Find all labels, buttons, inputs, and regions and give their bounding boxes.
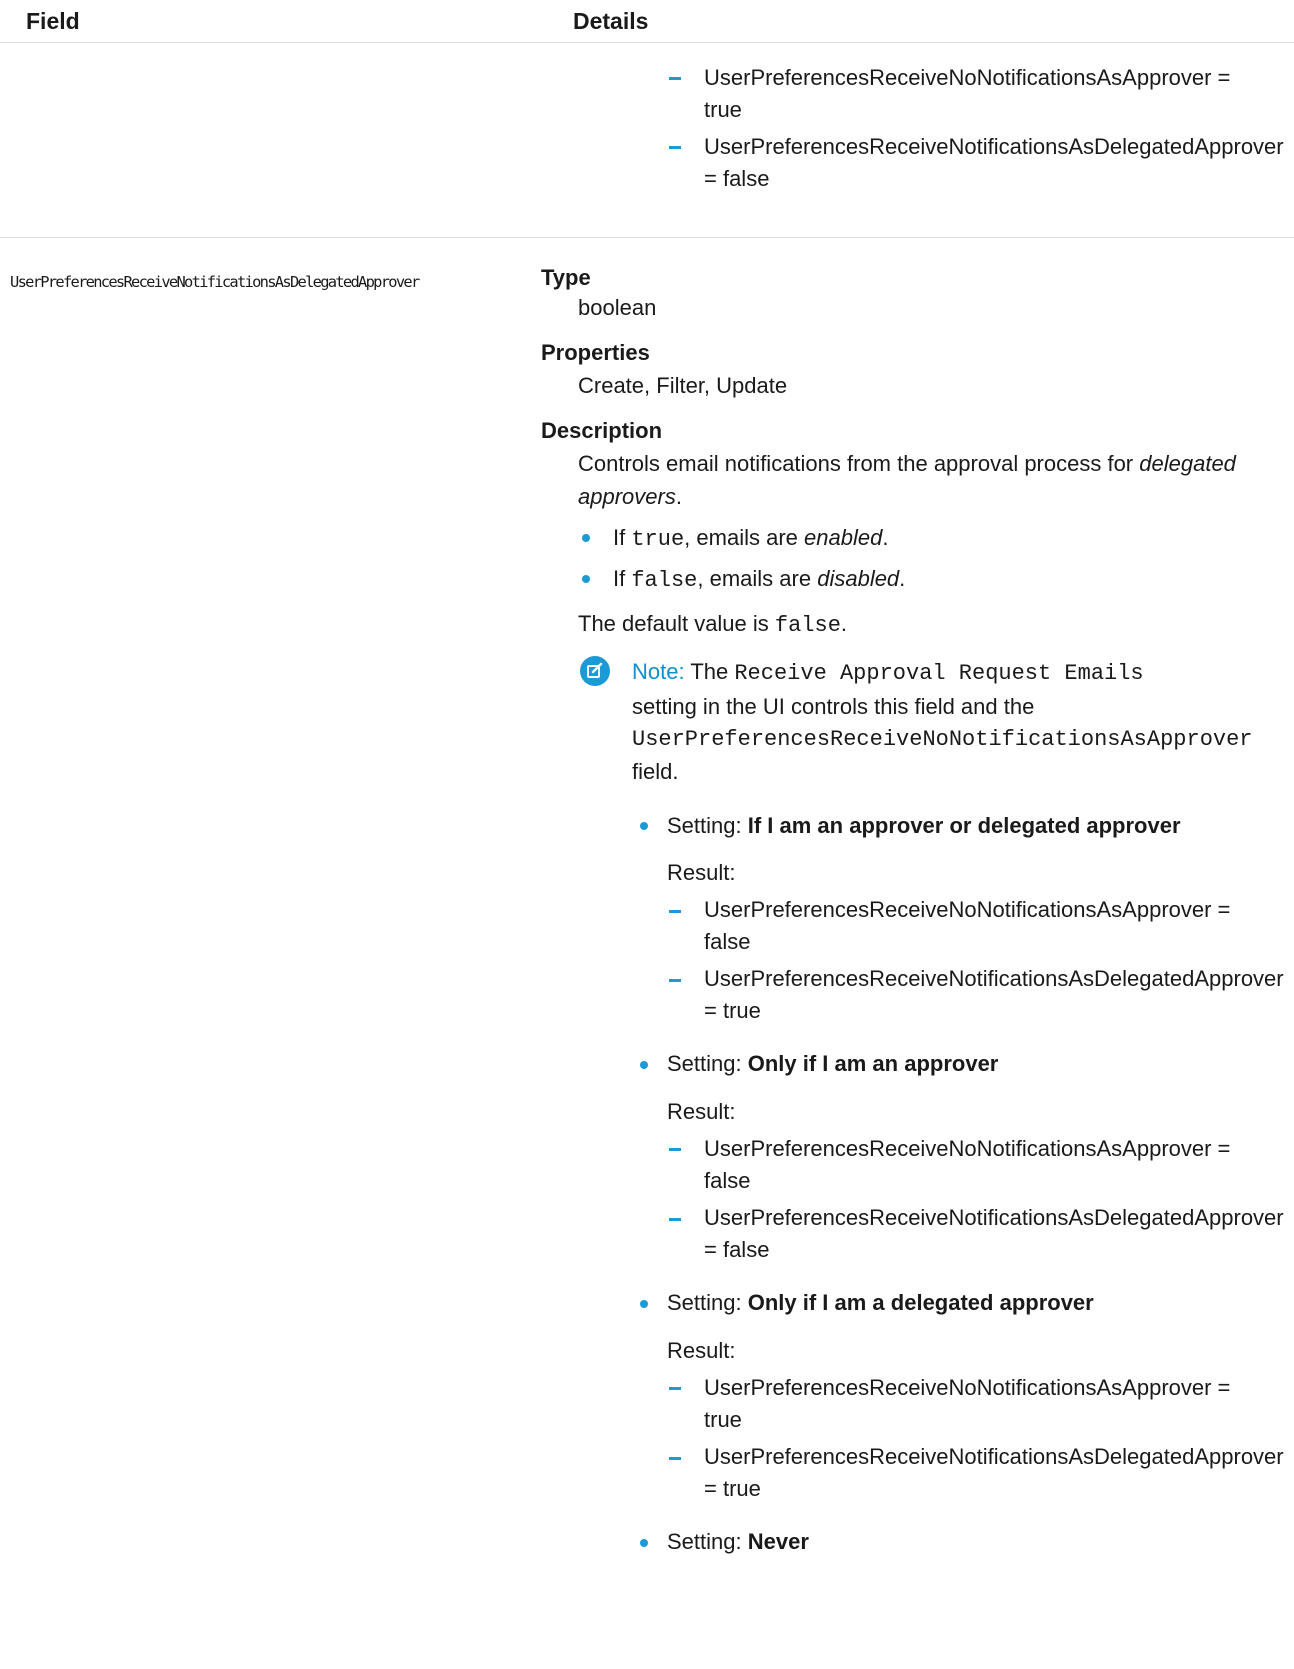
result-label: Result: xyxy=(667,860,736,885)
dash-bullet xyxy=(669,910,681,913)
note-line: field. xyxy=(632,759,679,784)
description-line: approvers. xyxy=(578,484,682,509)
dash-bullet xyxy=(669,77,681,80)
dash-bullet xyxy=(669,1148,681,1151)
bullet-dot xyxy=(640,822,648,830)
dash-bullet xyxy=(669,1457,681,1460)
default-value: The default value is false. xyxy=(578,611,848,638)
dash-bullet xyxy=(669,146,681,149)
field-name: UserPreferencesReceiveNotificationsAsDel… xyxy=(10,273,420,291)
result-line: true xyxy=(704,1407,742,1432)
result-line: UserPreferencesReceiveNoNotificationsAsA… xyxy=(704,897,1231,922)
result-line: = false xyxy=(704,166,770,191)
properties-value: Create, Filter, Update xyxy=(578,373,788,398)
setting-item: Setting: Only if I am a delegated approv… xyxy=(667,1290,1094,1315)
note-line: setting in the UI controls this field an… xyxy=(632,694,1035,719)
note-line: Note: The Receive Approval Request Email… xyxy=(632,659,1144,686)
result-line: = false xyxy=(704,1237,770,1262)
bullet-dot xyxy=(640,1061,648,1069)
bullet-false: If false, emails are disabled. xyxy=(613,566,906,593)
bullet-dot xyxy=(640,1300,648,1308)
bullet-dot xyxy=(582,575,590,583)
setting-item: Setting: Never xyxy=(667,1529,809,1554)
setting-item: Setting: Only if I am an approver xyxy=(667,1051,999,1076)
column-header-field: Field xyxy=(26,8,80,34)
result-line: UserPreferencesReceiveNotificationsAsDel… xyxy=(704,966,1284,991)
result-line: false xyxy=(704,1168,751,1193)
properties-label: Properties xyxy=(541,340,650,365)
result-line: true xyxy=(704,97,742,122)
result-line: UserPreferencesReceiveNotificationsAsDel… xyxy=(704,1205,1284,1230)
bullet-dot xyxy=(582,534,590,542)
result-label: Result: xyxy=(667,1099,736,1124)
result-line: UserPreferencesReceiveNoNotificationsAsA… xyxy=(704,1136,1231,1161)
note-field-code: UserPreferencesReceiveNoNotificationsAsA… xyxy=(632,727,1253,752)
type-value: boolean xyxy=(578,295,657,320)
result-line: UserPreferencesReceiveNotificationsAsDel… xyxy=(704,1444,1284,1469)
dash-bullet xyxy=(669,1387,681,1390)
result-line: false xyxy=(704,929,751,954)
description-line: Controls email notifications from the ap… xyxy=(578,451,1236,476)
bullet-dot xyxy=(640,1539,648,1547)
result-line: UserPreferencesReceiveNotificationsAsDel… xyxy=(704,134,1284,159)
note-label: Note: xyxy=(632,659,685,684)
row-separator xyxy=(0,237,1294,238)
table-header: Field Details xyxy=(0,0,1294,43)
note-edit-icon xyxy=(580,656,610,686)
bullet-true: If true, emails are enabled. xyxy=(613,525,889,552)
field-reference-table: Field Details UserPreferencesReceiveNoNo… xyxy=(0,0,1294,1669)
type-label: Type xyxy=(541,265,591,290)
description-label: Description xyxy=(541,418,663,443)
result-line: UserPreferencesReceiveNoNotificationsAsA… xyxy=(704,1375,1231,1400)
result-label: Result: xyxy=(667,1338,736,1363)
result-line: = true xyxy=(704,998,761,1023)
result-line: = true xyxy=(704,1476,761,1501)
dash-bullet xyxy=(669,1218,681,1221)
result-line: UserPreferencesReceiveNoNotificationsAsA… xyxy=(704,65,1231,90)
column-header-details: Details xyxy=(573,8,649,34)
dash-bullet xyxy=(669,979,681,982)
setting-item: Setting: If I am an approver or delegate… xyxy=(667,813,1181,838)
